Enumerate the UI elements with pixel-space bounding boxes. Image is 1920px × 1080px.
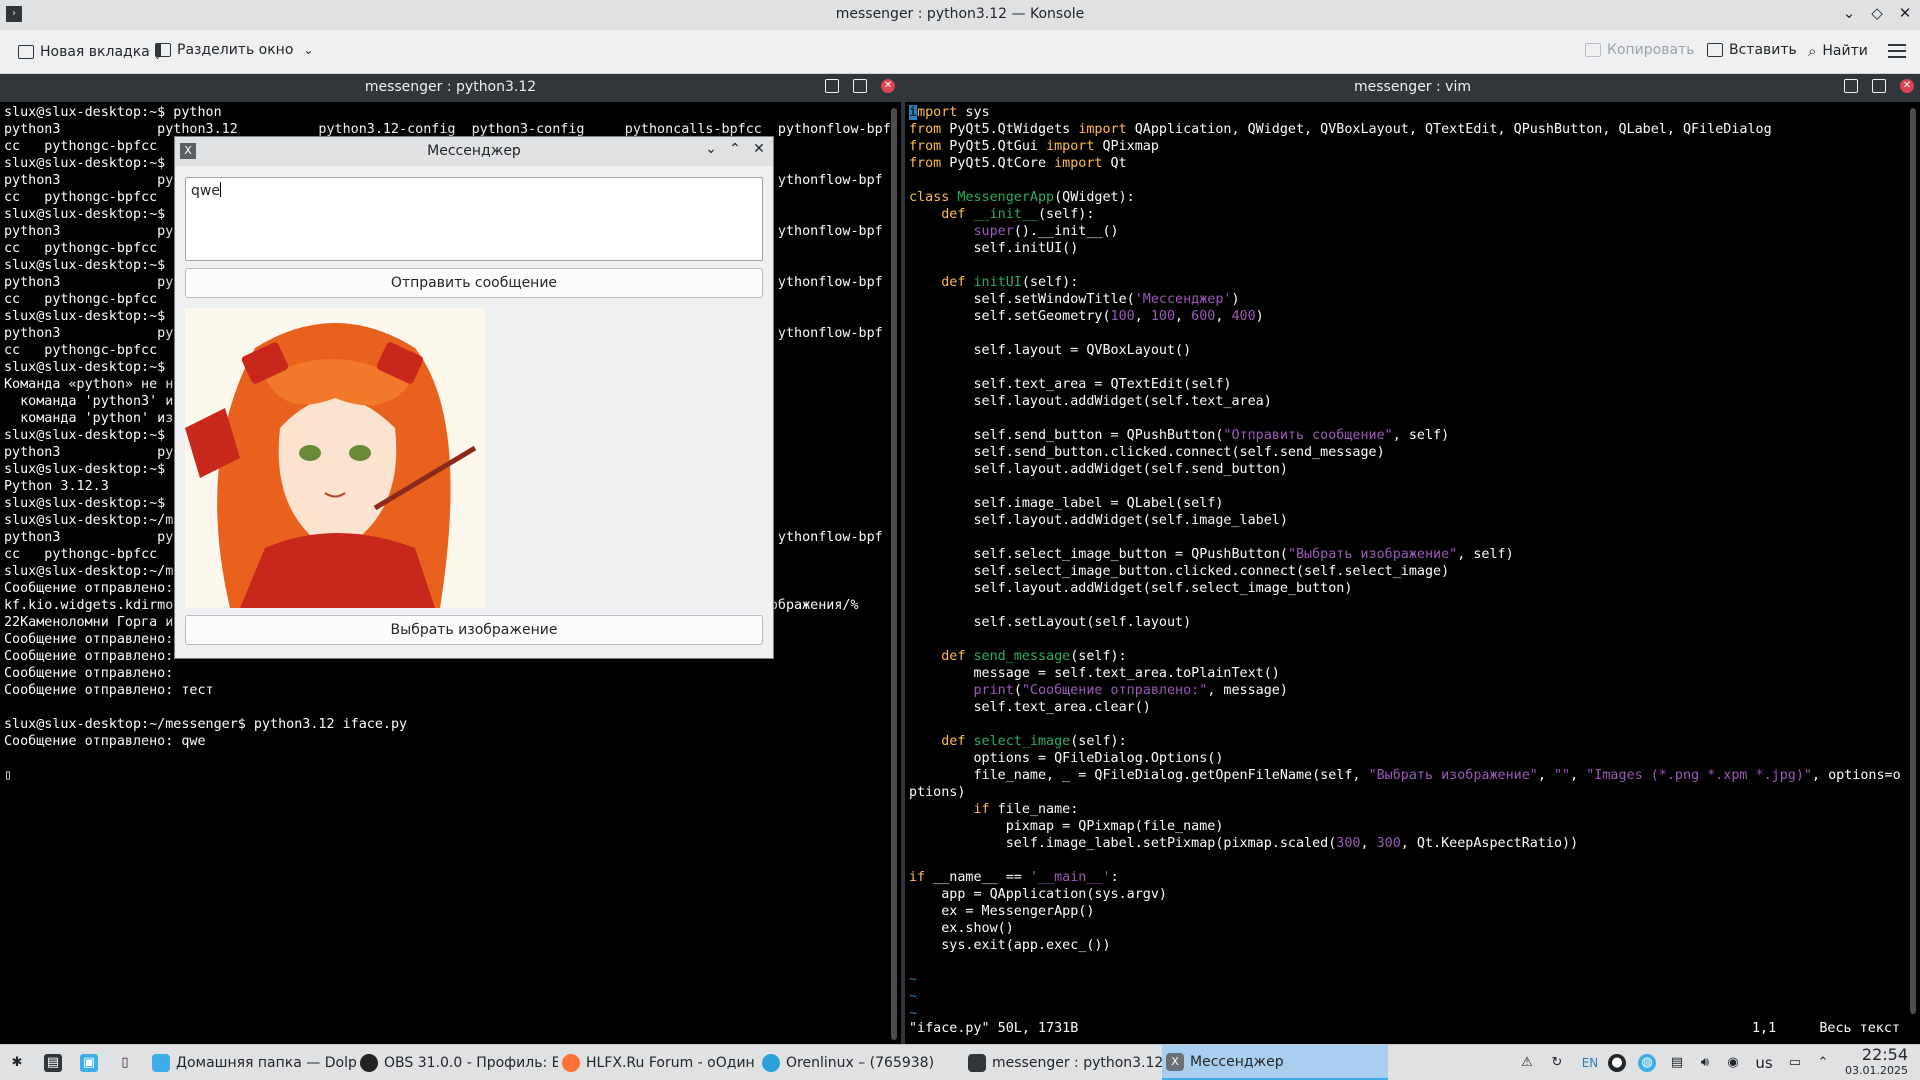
clock-time: 22:54 <box>1861 1045 1908 1064</box>
vim-status-line: "iface.py" 50L, 1731B 1,1 Весь текст <box>909 1021 1916 1038</box>
firefox-icon <box>562 1054 580 1072</box>
notifications-icon[interactable]: ⚠ <box>1518 1054 1536 1072</box>
update-icon[interactable]: ↻ <box>1548 1054 1566 1072</box>
task-dolphin[interactable]: Домашняя папка — Dolphin <box>148 1045 356 1080</box>
copy-icon <box>1585 43 1601 57</box>
task-label: messenger : python3.12 — K <box>992 1055 1162 1071</box>
hamburger-menu-icon[interactable] <box>1888 44 1906 58</box>
split-view-label: Разделить окно <box>177 42 294 58</box>
konsole-icon <box>968 1054 986 1072</box>
terminal-line: Сообщение отправлено: тест <box>4 683 214 698</box>
keyboard-layout-indicator[interactable]: us <box>1752 1054 1776 1072</box>
send-message-button[interactable]: Отправить сообщение <box>185 268 763 298</box>
messenger-title: Мессенджер <box>427 143 521 159</box>
task-konsole[interactable]: messenger : python3.12 — K <box>964 1045 1162 1080</box>
right-vim-pane[interactable]: messenger : vim ✕ import sys from PyQt5.Q… <box>905 74 1920 1044</box>
task-obs[interactable]: OBS 31.0.0 - Профиль: Безы <box>356 1045 558 1080</box>
vim-file-info: "iface.py" 50L, 1731B <box>909 1021 1079 1036</box>
vim-cursor-pos: 1,1 <box>1752 1021 1777 1036</box>
terminal-line: ▯ <box>4 768 13 783</box>
left-pane-title: messenger : python3.12 <box>364 79 537 95</box>
terminal-line: Сообщение отправлено: <box>4 666 174 681</box>
paste-icon <box>1707 43 1723 57</box>
close-pane-icon[interactable]: ✕ <box>881 79 895 93</box>
minimize-icon[interactable]: ⌄ <box>703 141 719 157</box>
left-pane-header: messenger : python3.12 ✕ <box>0 74 901 102</box>
search-icon: ⌕ <box>1808 42 1817 60</box>
obs-icon <box>360 1054 378 1072</box>
telegram-icon <box>762 1054 780 1072</box>
copy-label: Копировать <box>1607 42 1695 58</box>
vim-editor[interactable]: import sys from PyQt5.QtWidgets import QA… <box>905 104 1920 1044</box>
clock[interactable]: 22:54 03.01.2025 <box>1845 1047 1908 1079</box>
volume-icon[interactable]: 🔊︎ <box>1696 1054 1714 1072</box>
store-icon[interactable]: ▣ <box>80 1054 98 1072</box>
file-icon[interactable]: ▯ <box>116 1054 134 1072</box>
messenger-titlebar[interactable]: X Мессенджер ⌄ ⌃ ✕ <box>175 137 773 166</box>
detach-pane-icon[interactable] <box>1872 79 1886 93</box>
paste-button[interactable]: Вставить <box>1707 42 1797 58</box>
window-titlebar: › messenger : python3.12 — Konsole ⌄ ◇ ✕ <box>0 0 1920 30</box>
task-label: Мессенджер <box>1190 1053 1284 1070</box>
select-image-button[interactable]: Выбрать изображение <box>185 615 763 645</box>
display-icon[interactable]: ▭ <box>1786 1054 1804 1072</box>
maximize-pane-icon[interactable] <box>825 79 839 93</box>
network-globe-icon[interactable]: ◍ <box>1638 1054 1656 1072</box>
folder-icon <box>152 1054 170 1072</box>
close-icon[interactable]: ✕ <box>751 141 767 157</box>
message-text-area[interactable]: qwe <box>185 177 763 261</box>
keyboard-language-indicator[interactable]: EN <box>1578 1054 1602 1072</box>
clipboard-icon[interactable]: ▤ <box>1668 1054 1686 1072</box>
task-messenger[interactable]: X Мессенджер <box>1162 1045 1388 1080</box>
anime-girl-image <box>185 308 485 608</box>
close-pane-icon[interactable]: ✕ <box>1900 79 1914 93</box>
vim-scroll-pos: Весь текст <box>1819 1021 1900 1036</box>
clock-date: 03.01.2025 <box>1845 1064 1908 1077</box>
taskbar: ✱ ▤ ▣ ▯ Домашняя папка — Dolphin OBS 31.… <box>0 1044 1920 1080</box>
text-caret <box>219 182 221 197</box>
tray-expand-icon[interactable]: ⌃ <box>1814 1054 1832 1072</box>
detach-pane-icon[interactable] <box>853 79 867 93</box>
task-telegram[interactable]: Orenlinux – (765938) <box>758 1045 964 1080</box>
new-tab-button[interactable]: Новая вкладка ⌄ <box>18 42 161 62</box>
task-label: Домашняя папка — Dolphin <box>176 1055 356 1071</box>
new-tab-icon <box>18 45 34 59</box>
microphone-icon[interactable]: ◉ <box>1724 1054 1742 1072</box>
close-icon[interactable]: ✕ <box>1896 4 1914 22</box>
copy-button[interactable]: Копировать <box>1585 42 1694 58</box>
split-view-icon <box>155 43 171 57</box>
steam-icon[interactable]: ● <box>1608 1054 1626 1072</box>
task-label: HLFX.Ru Forum - оОдин ... <box>586 1055 758 1071</box>
find-button[interactable]: ⌕ Найти <box>1808 42 1868 60</box>
find-label: Найти <box>1822 43 1868 59</box>
new-tab-label: Новая вкладка <box>40 44 150 60</box>
terminal-line: slux@slux-desktop:~/messenger$ python3.1… <box>4 717 408 732</box>
task-label: OBS 31.0.0 - Профиль: Безы <box>384 1055 558 1071</box>
scrollbar[interactable] <box>1910 108 1916 1014</box>
messenger-window[interactable]: X Мессенджер ⌄ ⌃ ✕ qwe Отправить сообщен… <box>174 136 774 659</box>
selected-image <box>185 308 485 608</box>
right-pane-header: messenger : vim ✕ <box>905 74 1920 102</box>
minimize-icon[interactable]: ⌄ <box>1840 4 1858 22</box>
terminal-icon[interactable]: ▤ <box>44 1054 62 1072</box>
toolbar: Новая вкладка ⌄ Разделить окно ⌄ Копиров… <box>0 30 1920 74</box>
maximize-icon[interactable]: ⌃ <box>727 141 743 157</box>
app-launcher-icon[interactable]: ✱ <box>8 1054 26 1072</box>
x-app-icon: X <box>1166 1052 1184 1071</box>
maximize-pane-icon[interactable] <box>1844 79 1858 93</box>
paste-label: Вставить <box>1729 42 1797 58</box>
window-title: messenger : python3.12 — Konsole <box>835 6 1085 22</box>
message-text: qwe <box>191 183 220 199</box>
task-label: Orenlinux – (765938) <box>786 1055 935 1071</box>
terminal-line: Сообщение отправлено: qwe <box>4 734 206 749</box>
right-pane-title: messenger : vim <box>1353 79 1471 95</box>
task-firefox[interactable]: HLFX.Ru Forum - оОдин ... <box>558 1045 758 1080</box>
chevron-down-icon: ⌄ <box>303 43 314 57</box>
terminal-line: slux@slux-desktop:~$ python <box>4 105 222 120</box>
split-view-button[interactable]: Разделить окно ⌄ <box>155 42 313 58</box>
scrollbar[interactable] <box>891 108 897 1040</box>
maximize-icon[interactable]: ◇ <box>1868 4 1886 22</box>
